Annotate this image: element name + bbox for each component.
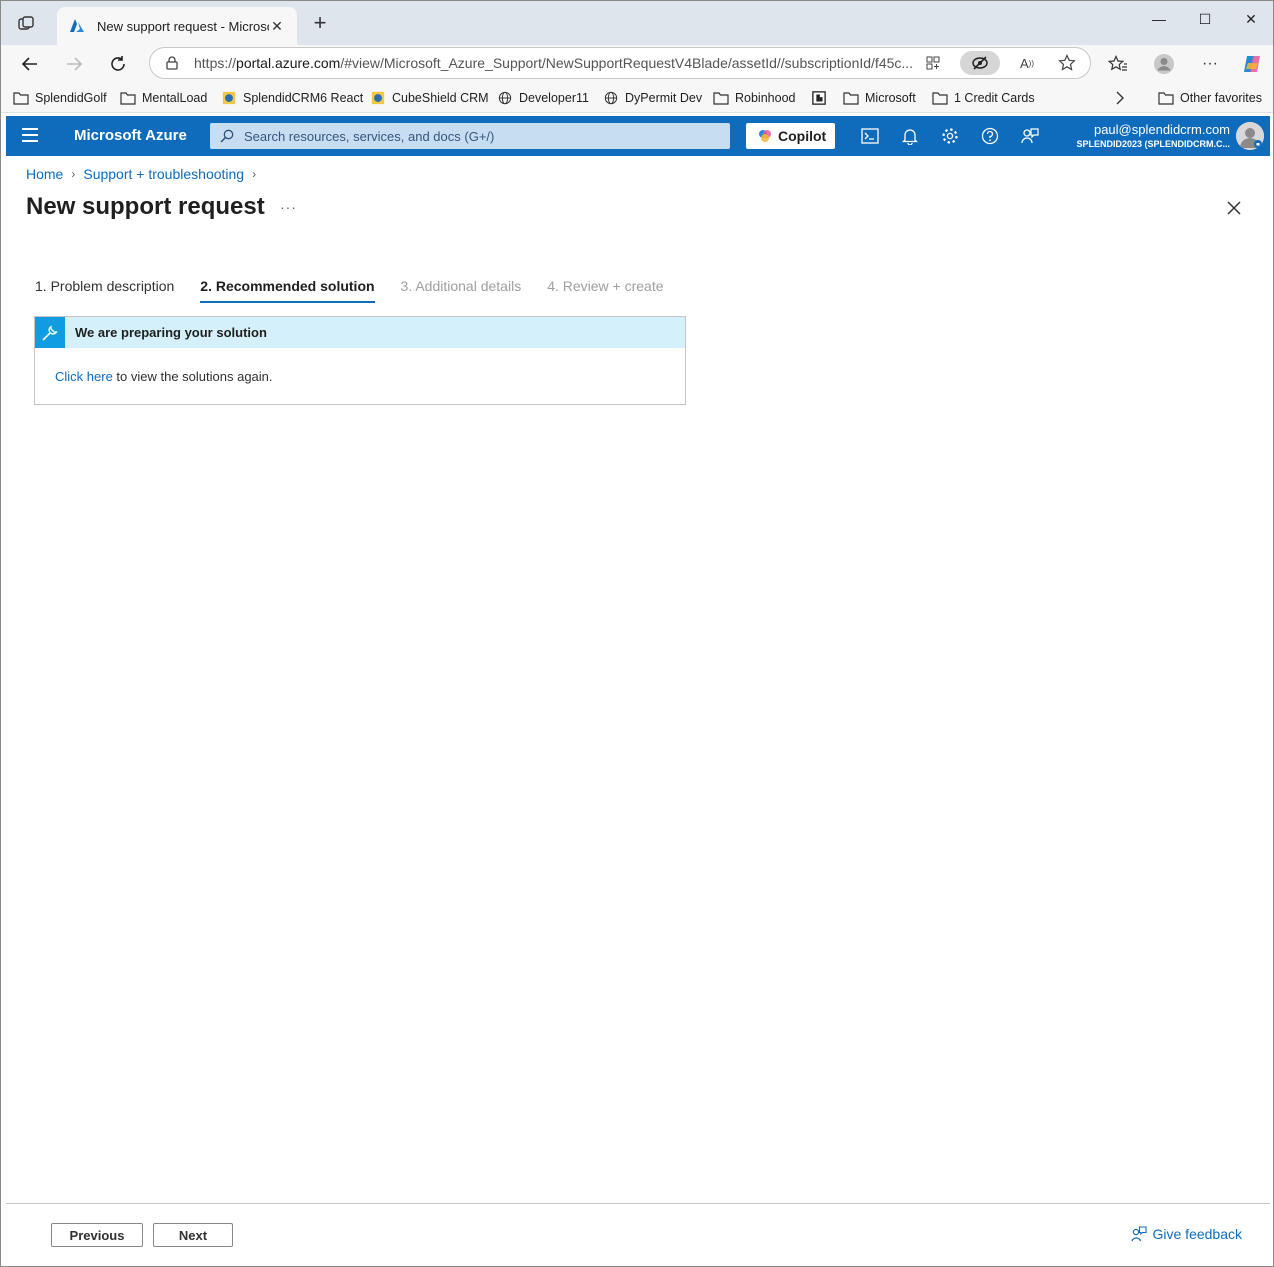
next-button[interactable]: Next	[153, 1223, 233, 1247]
other-favorites[interactable]: Other favorites	[1158, 89, 1262, 107]
address-bar[interactable]: https://portal.azure.com/#view/Microsoft…	[149, 47, 1091, 79]
folder-icon	[843, 92, 859, 105]
notice-body-text: to view the solutions again.	[112, 369, 273, 384]
refresh-icon[interactable]	[105, 51, 131, 77]
bookmark-item[interactable]: 1 Credit Cards	[932, 89, 1035, 107]
browser-window: New support request - Microsoft ✕ + — ☐ …	[0, 0, 1274, 1267]
read-aloud-icon[interactable]: A))	[1014, 51, 1040, 75]
solution-notice: We are preparing your solution Click her…	[34, 316, 686, 405]
search-input[interactable]	[244, 128, 724, 144]
profile-icon[interactable]	[1151, 51, 1177, 77]
tab-additional-details: 3. Additional details	[400, 278, 522, 294]
bookmark-item[interactable]: Robinhood	[713, 89, 795, 107]
globe-icon	[604, 91, 618, 105]
more-actions-icon[interactable]: ···	[280, 199, 297, 215]
breadcrumb: Home › Support + troubleshooting ›	[26, 166, 264, 182]
bookmark-item[interactable]: CubeShield CRM	[370, 89, 489, 107]
window-close-icon[interactable]: ✕	[1239, 11, 1263, 33]
page-title: New support request	[26, 193, 265, 220]
avatar[interactable]	[1236, 122, 1264, 150]
wrench-icon	[35, 317, 65, 348]
tab-strip: New support request - Microsoft ✕ + — ☐ …	[1, 1, 1273, 45]
browser-toolbar: https://portal.azure.com/#view/Microsoft…	[1, 45, 1273, 83]
lock-icon[interactable]	[164, 55, 180, 71]
azure-brand[interactable]: Microsoft Azure	[74, 127, 187, 144]
tab-recommended-solution[interactable]: 2. Recommended solution	[200, 278, 375, 303]
breadcrumb-home[interactable]: Home	[26, 166, 63, 182]
minimize-icon[interactable]: —	[1147, 11, 1171, 33]
new-tab-icon[interactable]: +	[309, 12, 331, 35]
notice-body: Click here to view the solutions again.	[35, 348, 685, 405]
copilot-icon	[759, 130, 771, 142]
account-tenant: SPLENDID2023 (SPLENDIDCRM.C...	[1076, 139, 1230, 149]
folder-icon	[1158, 92, 1174, 105]
search-icon	[220, 129, 234, 143]
tab-title: New support request - Microsoft	[97, 18, 269, 34]
tab-review-create: 4. Review + create	[547, 278, 664, 294]
azure-logo-icon	[70, 19, 84, 32]
notifications-bell-icon[interactable]	[900, 126, 920, 146]
splendidcrm-icon	[371, 91, 385, 105]
azure-top-bar: Microsoft Azure Copilot paul@splendidcrm…	[6, 116, 1270, 156]
cloud-shell-icon[interactable]	[860, 126, 880, 146]
back-icon[interactable]	[17, 51, 43, 77]
settings-gear-icon[interactable]	[940, 126, 960, 146]
hamburger-menu-icon[interactable]	[22, 128, 38, 142]
maximize-icon[interactable]: ☐	[1193, 11, 1217, 33]
favorite-star-icon[interactable]	[1054, 51, 1080, 75]
footer-bar: Previous Next Give feedback	[6, 1203, 1270, 1265]
account-email: paul@splendidcrm.com	[1093, 122, 1230, 137]
folder-icon	[13, 92, 29, 105]
tab-problem-description[interactable]: 1. Problem description	[35, 278, 174, 303]
feedback-person-icon	[1130, 1226, 1147, 1242]
chevron-right-icon: ›	[252, 167, 257, 181]
copilot-browser-icon[interactable]	[1239, 51, 1265, 77]
notice-header: We are preparing your solution	[35, 317, 685, 348]
feedback-icon[interactable]	[1020, 126, 1040, 146]
splendidcrm-icon	[222, 91, 236, 105]
workspaces-icon[interactable]	[15, 13, 37, 35]
folder-icon	[713, 92, 729, 105]
app-available-icon[interactable]	[920, 51, 946, 75]
browser-tab-active[interactable]: New support request - Microsoft ✕	[57, 7, 297, 45]
breadcrumb-support[interactable]: Support + troubleshooting	[83, 166, 244, 182]
view-solutions-link[interactable]: Click here	[55, 369, 113, 384]
bookmark-item[interactable]: DyPermit Dev	[603, 89, 702, 107]
wizard-steps: 1. Problem description 2. Recommended so…	[35, 278, 690, 303]
give-feedback-link[interactable]: Give feedback	[1130, 1226, 1242, 1242]
site-logo-icon	[812, 91, 826, 105]
url-text[interactable]: https://portal.azure.com/#view/Microsoft…	[194, 55, 914, 71]
favorites-icon[interactable]	[1105, 51, 1131, 77]
help-icon[interactable]	[980, 126, 1000, 146]
bookmark-item[interactable]: SplendidCRM6 React	[221, 89, 363, 107]
tab-close-icon[interactable]: ✕	[269, 18, 285, 35]
chevron-right-icon: ›	[71, 167, 76, 181]
bookmark-item[interactable]: SplendidGolf	[13, 89, 107, 107]
globe-icon	[498, 91, 512, 105]
folder-icon	[932, 92, 948, 105]
folder-icon	[120, 92, 136, 105]
previous-button[interactable]: Previous	[51, 1223, 143, 1247]
close-icon[interactable]	[1224, 198, 1244, 218]
tracking-prevention-icon[interactable]	[960, 51, 1000, 75]
account-info[interactable]: paul@splendidcrm.com SPLENDID2023 (SPLEN…	[1076, 122, 1230, 149]
bookmark-item[interactable]	[811, 89, 833, 107]
bookmarks-overflow-chevron-icon[interactable]	[1115, 89, 1125, 107]
bookmark-item[interactable]: Developer11	[497, 89, 589, 107]
bookmark-item[interactable]: Microsoft	[843, 89, 916, 107]
bookmarks-bar: SplendidGolf MentalLoad SplendidCRM6 Rea…	[1, 83, 1273, 113]
bookmark-item[interactable]: MentalLoad	[120, 89, 207, 107]
global-search[interactable]	[210, 123, 730, 149]
more-options-icon[interactable]: ···	[1197, 51, 1223, 77]
copilot-button[interactable]: Copilot	[746, 123, 835, 149]
forward-icon[interactable]	[61, 51, 87, 77]
notice-title: We are preparing your solution	[75, 325, 267, 340]
